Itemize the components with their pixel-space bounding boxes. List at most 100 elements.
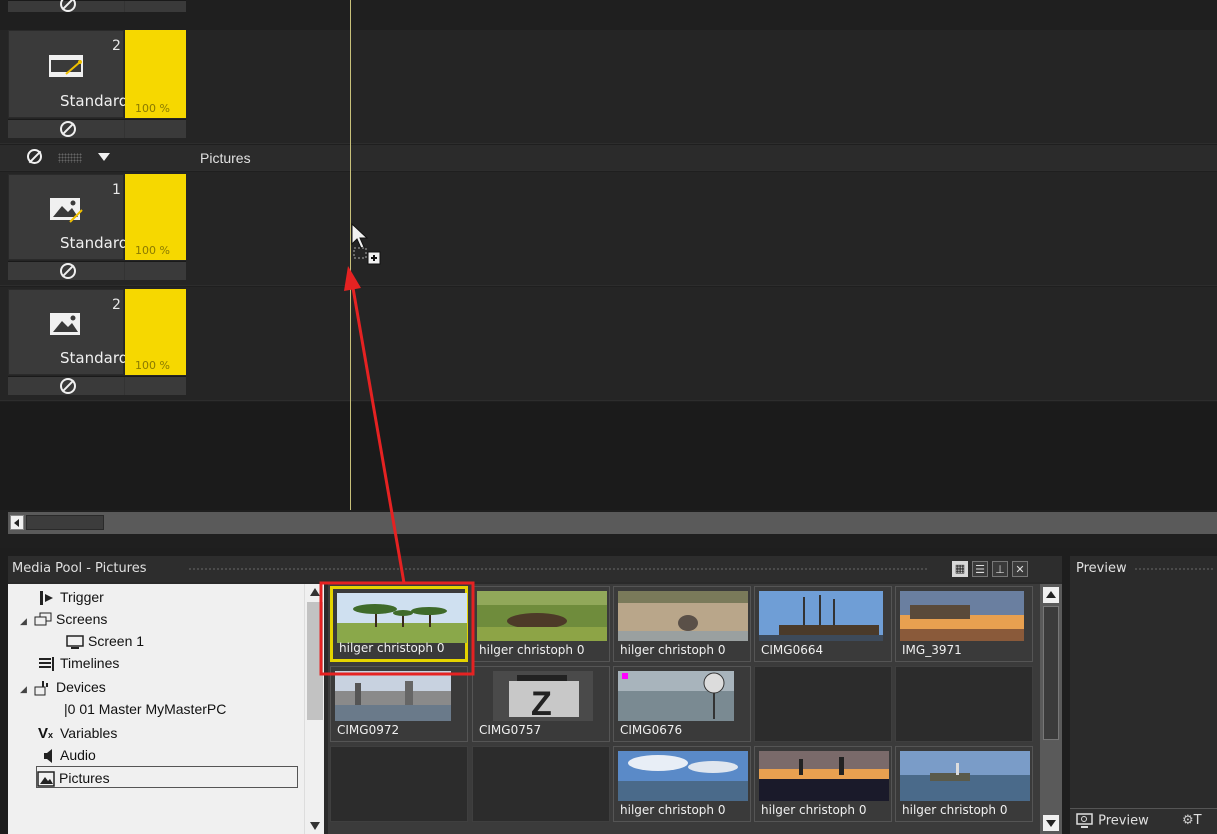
media-tile[interactable]: Z CIMG0757: [472, 666, 610, 742]
track-picture-1[interactable]: 1 Standard 100 %: [0, 172, 1217, 286]
mute-icon[interactable]: [60, 263, 76, 279]
scrollbar-thumb[interactable]: [26, 515, 104, 530]
media-tile[interactable]: hilger christoph 0: [613, 746, 751, 822]
thumbnail-image: Z: [493, 671, 593, 721]
media-pool-panel: Media Pool - Pictures ▦ ☰ ⊥ ✕ Trigger ◢ S…: [8, 556, 1062, 834]
titlebar-grip: [1134, 567, 1214, 571]
tile-caption: CIMG0757: [479, 723, 542, 737]
preview-titlebar[interactable]: Preview: [1070, 556, 1217, 582]
track-mode: Standard: [60, 234, 129, 252]
tile-caption: CIMG0972: [337, 723, 400, 737]
media-tile-empty[interactable]: [895, 666, 1033, 742]
tab-preview[interactable]: Preview: [1076, 813, 1149, 829]
tree-item-screen-1[interactable]: Screen 1: [66, 630, 144, 652]
track-number: 2: [112, 297, 121, 313]
timeline-panel: 2 Standard 100 % Pictures 1 Standard 100…: [0, 0, 1217, 548]
tree-item-devices[interactable]: ◢ Devices: [20, 676, 106, 698]
tree-item-audio[interactable]: Audio: [38, 744, 96, 766]
media-tile[interactable]: CIMG0676: [613, 666, 751, 742]
screens-icon: [34, 612, 52, 628]
media-tile[interactable]: hilger christoph 0: [754, 746, 892, 822]
thumbnail-image: [335, 671, 465, 721]
track-mute-row[interactable]: [8, 261, 186, 280]
track-mute-row[interactable]: [8, 376, 186, 395]
group-mute-icon[interactable]: [27, 149, 42, 164]
tree-item-timelines[interactable]: Timelines: [38, 652, 119, 674]
media-tile[interactable]: hilger christoph 0: [613, 586, 751, 662]
trigger-icon: [38, 590, 56, 606]
picture-icon: [50, 198, 83, 223]
scroll-up-icon[interactable]: [310, 588, 320, 596]
grip-icon[interactable]: [58, 153, 82, 163]
media-tile-empty[interactable]: [754, 666, 892, 742]
tree-item-trigger[interactable]: Trigger: [38, 586, 104, 608]
scroll-down-icon[interactable]: [310, 822, 320, 830]
tree-item-screens[interactable]: ◢ Screens: [20, 608, 107, 630]
timeline-horizontal-scrollbar[interactable]: [8, 512, 1217, 534]
thumbnail-image: [900, 591, 1030, 641]
media-tree[interactable]: Trigger ◢ Screens Screen 1 Timelines ◢ Dev…: [8, 584, 324, 834]
preview-tab-icon: [1076, 813, 1093, 828]
tree-scrollbar[interactable]: [304, 584, 324, 834]
track-mute-row[interactable]: [8, 119, 186, 138]
pictures-icon: [37, 771, 55, 788]
thumbnail-image: [337, 593, 467, 643]
media-pool-title: Media Pool - Pictures: [12, 561, 147, 576]
thumbnail-image: [618, 591, 748, 641]
media-tile-empty[interactable]: [472, 746, 610, 822]
scroll-left-button[interactable]: [10, 515, 24, 530]
group-label: Pictures: [200, 150, 251, 166]
track-picture-2[interactable]: 2 Standard 100 %: [0, 287, 1217, 401]
scrollbar-thumb[interactable]: [307, 602, 323, 720]
media-tile[interactable]: CIMG0972: [330, 666, 468, 742]
close-icon[interactable]: ✕: [1012, 561, 1028, 577]
tile-caption: hilger christoph 0: [902, 803, 1008, 817]
thumbnail-image: [900, 751, 1030, 801]
tree-item-pictures[interactable]: Pictures: [36, 766, 298, 788]
track-number: 2: [112, 38, 121, 54]
expand-arrow-icon[interactable]: ◢: [20, 610, 34, 632]
media-tile[interactable]: hilger christoph 0: [895, 746, 1033, 822]
media-pool-titlebar[interactable]: Media Pool - Pictures ▦ ☰ ⊥ ✕: [8, 556, 1062, 582]
track-mode: Standard: [60, 349, 129, 367]
group-header[interactable]: Pictures: [0, 145, 1217, 171]
tile-caption: hilger christoph 0: [339, 641, 445, 655]
scroll-down-button[interactable]: [1043, 815, 1059, 831]
media-grid-scrollbar[interactable]: [1040, 584, 1062, 834]
picture-icon: [50, 313, 80, 335]
devices-icon: [34, 680, 52, 696]
thumbnail-image: [618, 751, 748, 801]
timelines-icon: [38, 656, 56, 672]
thumbnail-image: [477, 591, 607, 641]
media-tile[interactable]: hilger christoph 0: [472, 586, 610, 662]
mute-icon[interactable]: [60, 378, 76, 394]
tab-second[interactable]: ⚙T: [1182, 813, 1202, 828]
list-view-icon[interactable]: ☰: [972, 561, 988, 577]
expand-arrow-icon[interactable]: ◢: [20, 678, 34, 700]
tree-item-master-pc[interactable]: |0 01 Master MyMasterPC: [64, 698, 226, 720]
scrollbar-thumb[interactable]: [1043, 606, 1059, 740]
opacity-value: 100 %: [135, 244, 170, 257]
grid-view-icon[interactable]: ▦: [952, 561, 968, 577]
media-grid[interactable]: hilger christoph 0 hilger christoph 0 hi…: [328, 584, 1040, 834]
tree-item-variables[interactable]: Vx Variables: [38, 722, 117, 744]
media-tile[interactable]: IMG_3971: [895, 586, 1033, 662]
monitor-icon: [66, 634, 84, 650]
opacity-value: 100 %: [135, 359, 170, 372]
preview-tabbar: Preview ⚙T: [1070, 808, 1217, 834]
timeline-empty-area[interactable]: [0, 402, 1217, 510]
scroll-up-button[interactable]: [1043, 587, 1059, 603]
media-tile-empty[interactable]: [330, 746, 468, 822]
pin-icon[interactable]: ⊥: [992, 561, 1008, 577]
media-tile[interactable]: hilger christoph 0: [330, 586, 468, 662]
track-mute-row[interactable]: [8, 0, 186, 12]
tile-caption: hilger christoph 0: [761, 803, 867, 817]
tile-caption: CIMG0664: [761, 643, 824, 657]
scroll-up-icon: [1046, 591, 1056, 598]
media-tile[interactable]: CIMG0664: [754, 586, 892, 662]
thumbnail-image: [759, 751, 889, 801]
svg-text:Z: Z: [531, 685, 552, 721]
chevron-down-icon[interactable]: [98, 153, 110, 161]
mute-icon[interactable]: [60, 121, 76, 137]
track-video-2[interactable]: 2 Standard 100 %: [0, 30, 1217, 144]
